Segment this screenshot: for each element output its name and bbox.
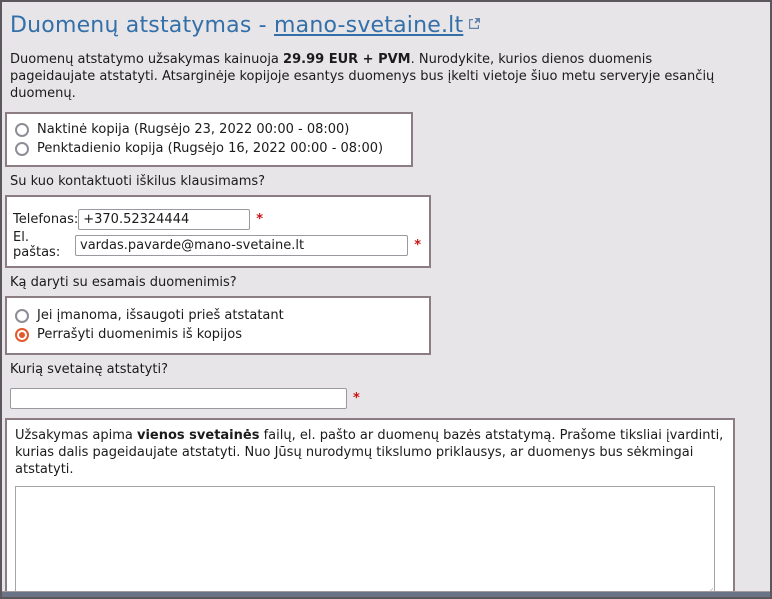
email-required-marker: * [414, 238, 421, 253]
site-required-marker: * [353, 391, 360, 406]
site-row: * [10, 388, 770, 409]
form-content: Duomenų atstatymas - mano-svetaine.lt Du… [2, 11, 770, 599]
radio-friday-copy-label: Penktadienio kopija (Rugsėjo 16, 2022 00… [37, 141, 383, 156]
data-action-question: Ką daryti su esamais duomenimis? [10, 275, 770, 290]
site-question: Kurią svetainę atstatyti? [10, 362, 770, 377]
window-bottom-edge [2, 591, 770, 597]
details-note: Užsakymas apima vienos svetainės failų, … [15, 427, 725, 478]
page-frame: Duomenų atstatymas - mano-svetaine.lt Du… [0, 0, 772, 599]
radio-night-copy-label: Naktinė kopija (Rugsėjo 23, 2022 00:00 -… [37, 122, 349, 137]
data-action-panel: Jei įmanoma, išsaugoti prieš atstatant P… [5, 296, 431, 355]
contact-question: Su kuo kontaktuoti iškilus klausimams? [10, 174, 770, 189]
external-link-icon [468, 11, 481, 36]
contact-panel: Telefonas: * El. paštas: * [5, 195, 431, 268]
site-field[interactable] [10, 388, 347, 409]
data-action-save-option[interactable]: Jei įmanoma, išsaugoti prieš atstatant [15, 306, 421, 325]
details-part1: Užsakymas apima [15, 428, 137, 443]
phone-field[interactable] [78, 209, 250, 230]
backup-options-panel: Naktinė kopija (Rugsėjo 23, 2022 00:00 -… [5, 112, 413, 167]
page-title-text: Duomenų atstatymas - [10, 13, 274, 38]
radio-friday-copy[interactable] [15, 142, 29, 156]
backup-option-night[interactable]: Naktinė kopija (Rugsėjo 23, 2022 00:00 -… [15, 120, 403, 139]
phone-required-marker: * [256, 212, 263, 227]
radio-save-before-restore-label: Jei įmanoma, išsaugoti prieš atstatant [37, 308, 284, 323]
details-emphasis: vienos svetainės [137, 428, 259, 443]
details-textarea[interactable] [15, 486, 715, 599]
phone-label: Telefonas: [13, 212, 78, 227]
email-label: El. paštas: [13, 230, 75, 260]
radio-night-copy[interactable] [15, 123, 29, 137]
email-field[interactable] [75, 235, 408, 256]
intro-part1: Duomenų atstatymo užsakymas kainuoja [10, 52, 283, 67]
intro-price: 29.99 EUR + PVM [283, 52, 411, 67]
radio-overwrite-from-copy-label: Perrašyti duomenimis iš kopijos [37, 327, 242, 342]
email-row: El. paštas: * [13, 233, 421, 257]
intro-text: Duomenų atstatymo užsakymas kainuoja 29.… [10, 51, 716, 102]
details-textarea-wrap [15, 486, 715, 599]
phone-row: Telefonas: * [13, 207, 421, 231]
radio-overwrite-from-copy[interactable] [15, 328, 29, 342]
page-title: Duomenų atstatymas - mano-svetaine.lt [10, 11, 770, 38]
radio-save-before-restore[interactable] [15, 309, 29, 323]
site-link[interactable]: mano-svetaine.lt [274, 13, 463, 38]
backup-option-friday[interactable]: Penktadienio kopija (Rugsėjo 16, 2022 00… [15, 139, 403, 158]
details-panel: Užsakymas apima vienos svetainės failų, … [5, 418, 735, 599]
data-action-overwrite-option[interactable]: Perrašyti duomenimis iš kopijos [15, 325, 421, 344]
